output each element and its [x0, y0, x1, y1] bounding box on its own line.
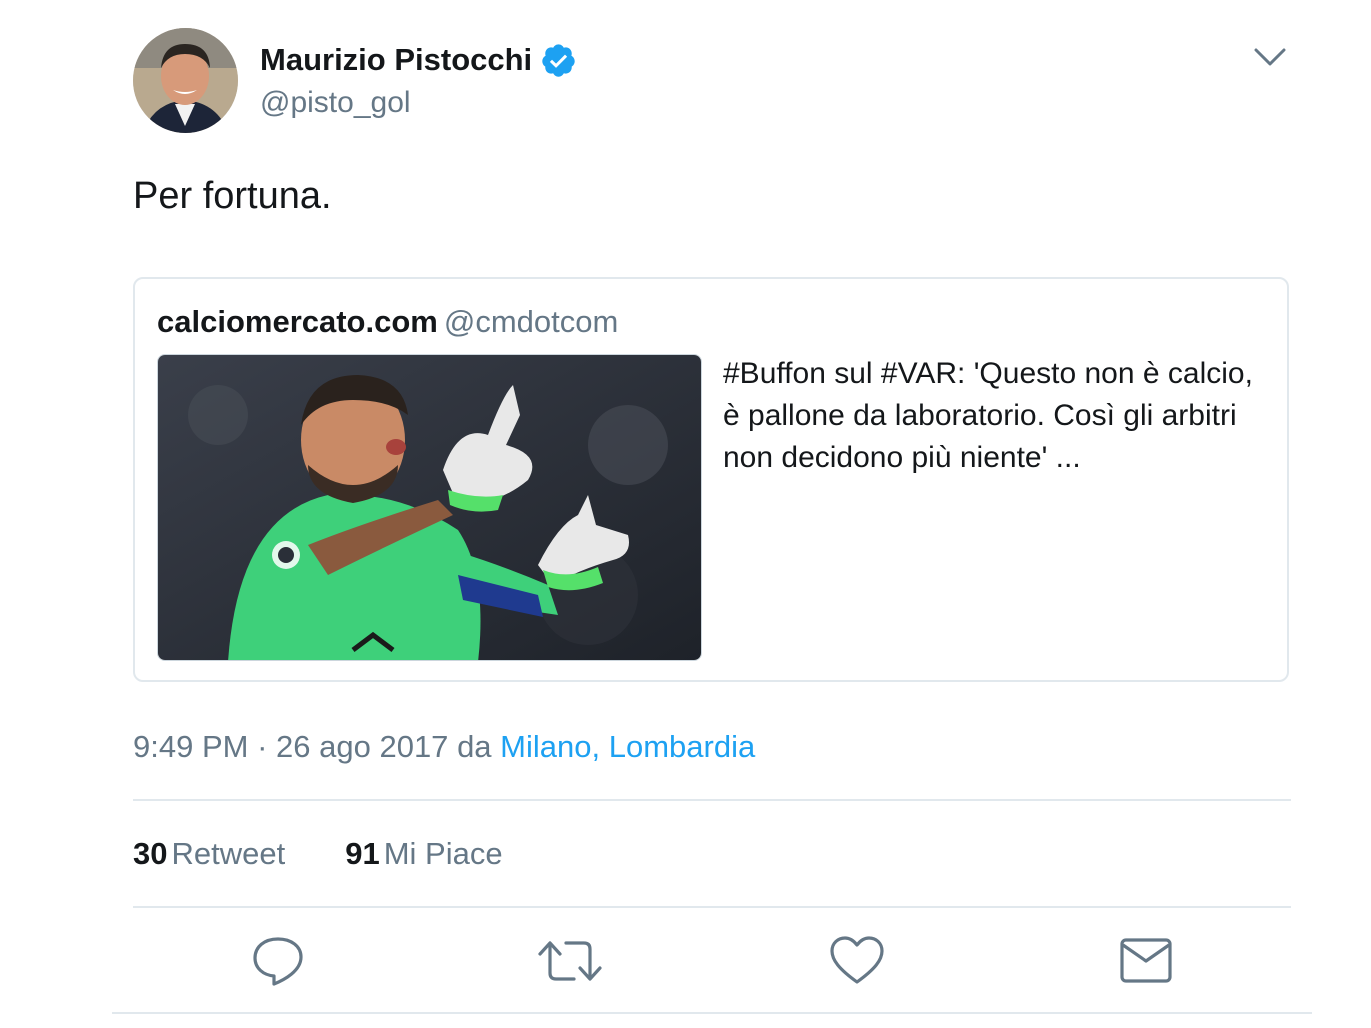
tweet-detail: Maurizio Pistocchi @pisto_gol Per fortun… [0, 0, 1371, 1028]
envelope-icon [1120, 938, 1172, 983]
like-stat[interactable]: 91 Mi Piace [345, 834, 502, 874]
quoted-tweet-text: #Buffon sul #VAR: 'Questo non è calcio, … [723, 357, 1253, 474]
like-button[interactable] [829, 935, 885, 987]
quoted-tweet-header: calciomercato.com @cmdotcom [157, 303, 618, 341]
reply-icon [253, 937, 303, 986]
author-handle[interactable]: @pisto_gol [260, 84, 411, 122]
retweet-icon [538, 941, 602, 981]
author-name-text[interactable]: Maurizio Pistocchi [260, 40, 532, 80]
divider [133, 906, 1291, 908]
reply-button[interactable] [250, 935, 306, 987]
retweet-button[interactable] [538, 935, 602, 987]
tweet-location-link[interactable]: Milano, Lombardia [500, 729, 755, 764]
tweet-text: Per fortuna. [133, 175, 332, 217]
retweet-label: Retweet [171, 836, 286, 871]
divider [112, 1012, 1312, 1014]
tweet-meta: 9:49 PM · 26 ago 2017 da Milano, Lombard… [133, 726, 755, 768]
tweet-stats: 30 Retweet 91 Mi Piace [133, 834, 503, 874]
quoted-author-name: calciomercato.com [157, 304, 438, 339]
verified-badge-icon [540, 42, 577, 79]
location-prefix: da [457, 729, 492, 764]
tweet-time[interactable]: 9:49 PM [133, 729, 248, 764]
like-count: 91 [345, 836, 380, 871]
meta-separator: · [257, 729, 268, 764]
retweet-count: 30 [133, 836, 168, 871]
direct-message-button[interactable] [1118, 935, 1174, 987]
chevron-down-icon[interactable] [1250, 40, 1290, 74]
retweet-stat[interactable]: 30 Retweet [133, 834, 285, 874]
heart-icon [830, 936, 884, 984]
avatar[interactable] [133, 28, 238, 133]
tweet-date[interactable]: 26 ago 2017 [276, 729, 448, 764]
divider [133, 799, 1291, 801]
quoted-tweet-image[interactable] [157, 354, 702, 661]
author-name[interactable]: Maurizio Pistocchi [260, 40, 577, 80]
like-label: Mi Piace [383, 836, 503, 871]
quoted-tweet-card[interactable]: calciomercato.com @cmdotcom #Buffon sul … [133, 277, 1289, 682]
quoted-author-handle: @cmdotcom [443, 304, 619, 339]
